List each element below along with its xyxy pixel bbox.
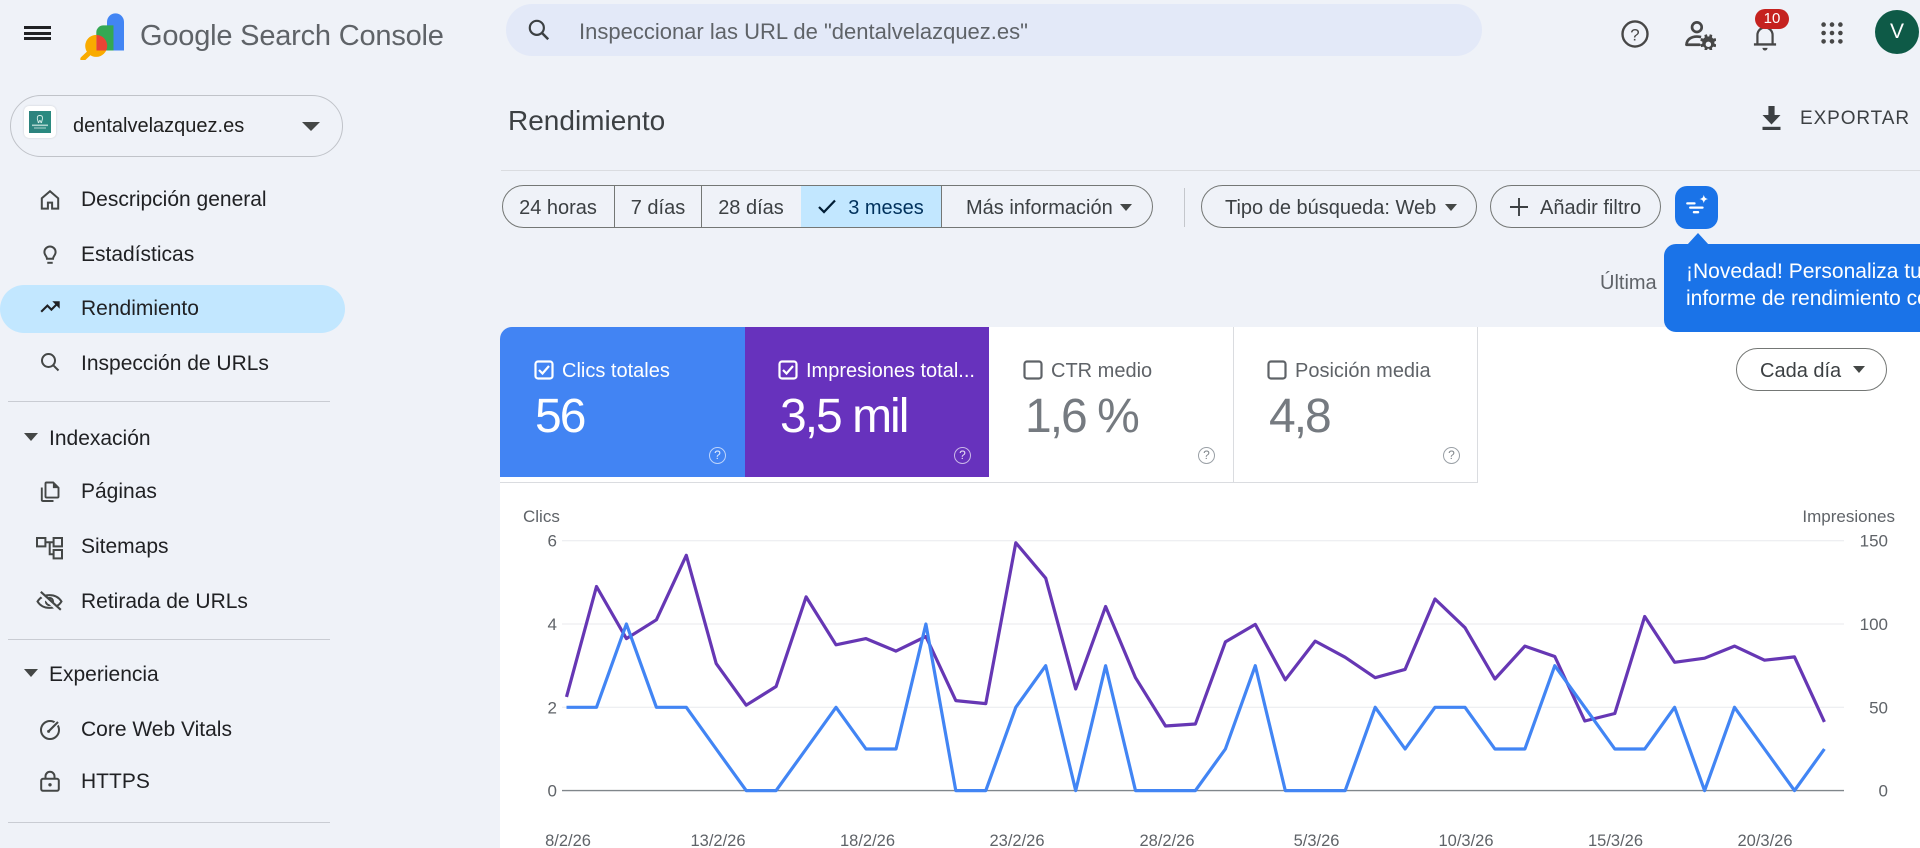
svg-text:100: 100	[1860, 615, 1888, 634]
svg-text:Clics: Clics	[523, 507, 560, 526]
svg-text:28/2/26: 28/2/26	[1139, 832, 1194, 848]
svg-text:0: 0	[548, 782, 557, 801]
svg-text:?: ?	[1630, 25, 1639, 44]
svg-text:15/3/26: 15/3/26	[1588, 832, 1643, 848]
svg-text:5/3/26: 5/3/26	[1294, 832, 1340, 848]
svg-text:2: 2	[548, 698, 557, 717]
svg-text:0: 0	[1879, 782, 1888, 801]
svg-text:13/2/26: 13/2/26	[690, 832, 745, 848]
svg-text:8/2/26: 8/2/26	[545, 832, 591, 848]
svg-text:10/3/26: 10/3/26	[1438, 832, 1493, 848]
svg-text:20/3/26: 20/3/26	[1737, 832, 1792, 848]
svg-text:150: 150	[1860, 532, 1888, 551]
svg-text:Impresiones: Impresiones	[1802, 507, 1895, 526]
svg-text:23/2/26: 23/2/26	[989, 832, 1044, 848]
svg-text:50: 50	[1869, 698, 1888, 717]
svg-text:4: 4	[548, 615, 557, 634]
svg-text:18/2/26: 18/2/26	[840, 832, 895, 848]
svg-text:6: 6	[548, 532, 557, 551]
